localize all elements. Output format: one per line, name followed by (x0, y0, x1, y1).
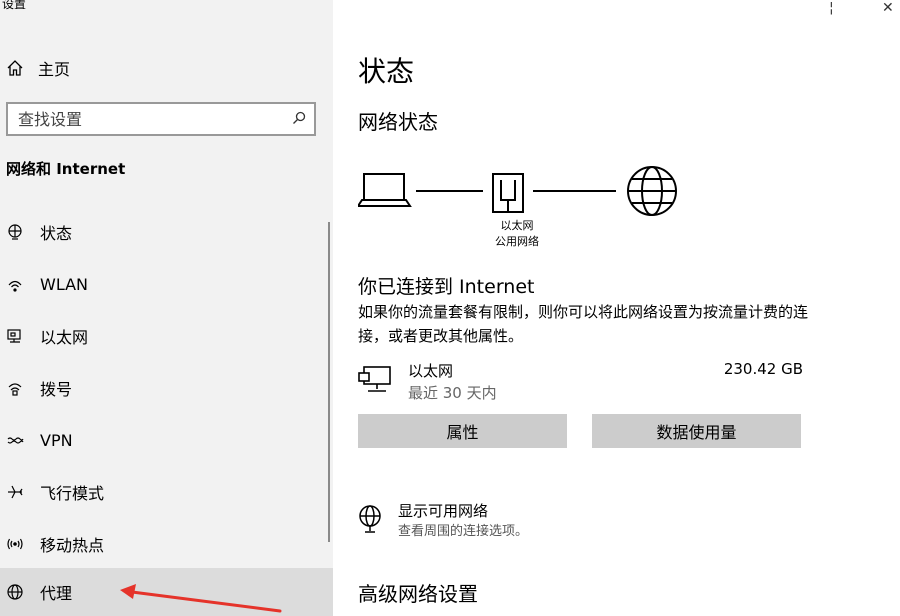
search-input[interactable] (8, 104, 278, 134)
ethernet-name: 以太网 (408, 362, 454, 380)
sidebar-item-label: 拨号 (40, 380, 73, 399)
main-content: ¦ ✕ 状态 网络状态 以太网 公用网络 你已连接到 Internet 如果你的… (333, 0, 900, 616)
hotspot-icon (7, 538, 23, 550)
page-title: 状态 (358, 55, 415, 88)
sidebar-item-dialup[interactable]: 拨号 (0, 362, 333, 414)
show-available-networks-link[interactable]: 显示可用网络 查看周围的连接选项。 (358, 500, 658, 540)
airplane-icon (8, 485, 23, 499)
sidebar-item-airplane[interactable]: 飞行模式 (0, 466, 333, 518)
connection-description: 如果你的流量套餐有限制，则你可以将此网络设置为按流量计费的连接，或者更改其他属性… (358, 303, 809, 345)
home-nav-item[interactable]: 主页 (6, 56, 70, 80)
search-icon[interactable] (292, 111, 306, 125)
available-networks-icon (359, 505, 381, 533)
section-title: 网络和 Internet (6, 160, 126, 178)
data-usage-button[interactable]: 数据使用量 (592, 414, 801, 448)
window-title: 设置 (2, 0, 27, 11)
available-networks-description: 查看周围的连接选项。 (398, 524, 529, 539)
sidebar-item-ethernet[interactable]: 以太网 (0, 310, 333, 362)
computer-icon (358, 173, 412, 207)
sidebar-item-label: WLAN (40, 274, 89, 294)
internet-globe-icon (627, 166, 677, 216)
status-globe-icon (8, 224, 22, 240)
sidebar: 设置 主页 网络和 Internet 状态 WLAN 以太网 (0, 0, 333, 616)
vpn-icon (7, 437, 24, 444)
ethernet-port-icon (492, 173, 524, 213)
home-label: 主页 (38, 60, 71, 79)
data-usage-value: 230.42 GB (723, 360, 803, 378)
ethernet-connection-row[interactable]: 以太网 最近 30 天内 230.42 GB (358, 360, 803, 404)
ethernet-icon (358, 366, 391, 392)
sidebar-item-vpn[interactable]: VPN (0, 414, 333, 466)
connection-title: 你已连接到 Internet (358, 276, 535, 298)
wifi-icon (8, 280, 22, 292)
ethernet-icon (7, 329, 21, 343)
usage-period: 最近 30 天内 (408, 384, 497, 402)
sidebar-item-label: 状态 (40, 224, 73, 243)
home-icon (7, 60, 23, 76)
sidebar-item-label: 飞行模式 (40, 484, 105, 503)
sidebar-item-status[interactable]: 状态 (0, 206, 333, 258)
adapter-name-label: 以太网 (500, 219, 534, 232)
maximize-icon[interactable]: ¦ (829, 0, 834, 16)
annotation-arrow (120, 584, 282, 613)
properties-button[interactable]: 属性 (358, 414, 567, 448)
network-status-heading: 网络状态 (358, 110, 438, 134)
globe-icon (7, 584, 23, 600)
advanced-settings-heading: 高级网络设置 (358, 582, 478, 606)
sidebar-item-label: 代理 (40, 584, 73, 603)
dialup-icon (8, 383, 22, 396)
close-icon[interactable]: ✕ (882, 0, 894, 16)
sidebar-item-hotspot[interactable]: 移动热点 (0, 518, 333, 570)
search-box[interactable] (6, 102, 316, 136)
sidebar-item-label: 以太网 (40, 328, 89, 347)
available-networks-title: 显示可用网络 (398, 502, 489, 520)
sidebar-item-label: VPN (40, 430, 73, 450)
sidebar-item-label: 移动热点 (40, 536, 105, 555)
sidebar-scrollbar[interactable] (328, 222, 330, 542)
network-type-label: 公用网络 (495, 235, 539, 248)
sidebar-item-wlan[interactable]: WLAN (0, 258, 333, 310)
